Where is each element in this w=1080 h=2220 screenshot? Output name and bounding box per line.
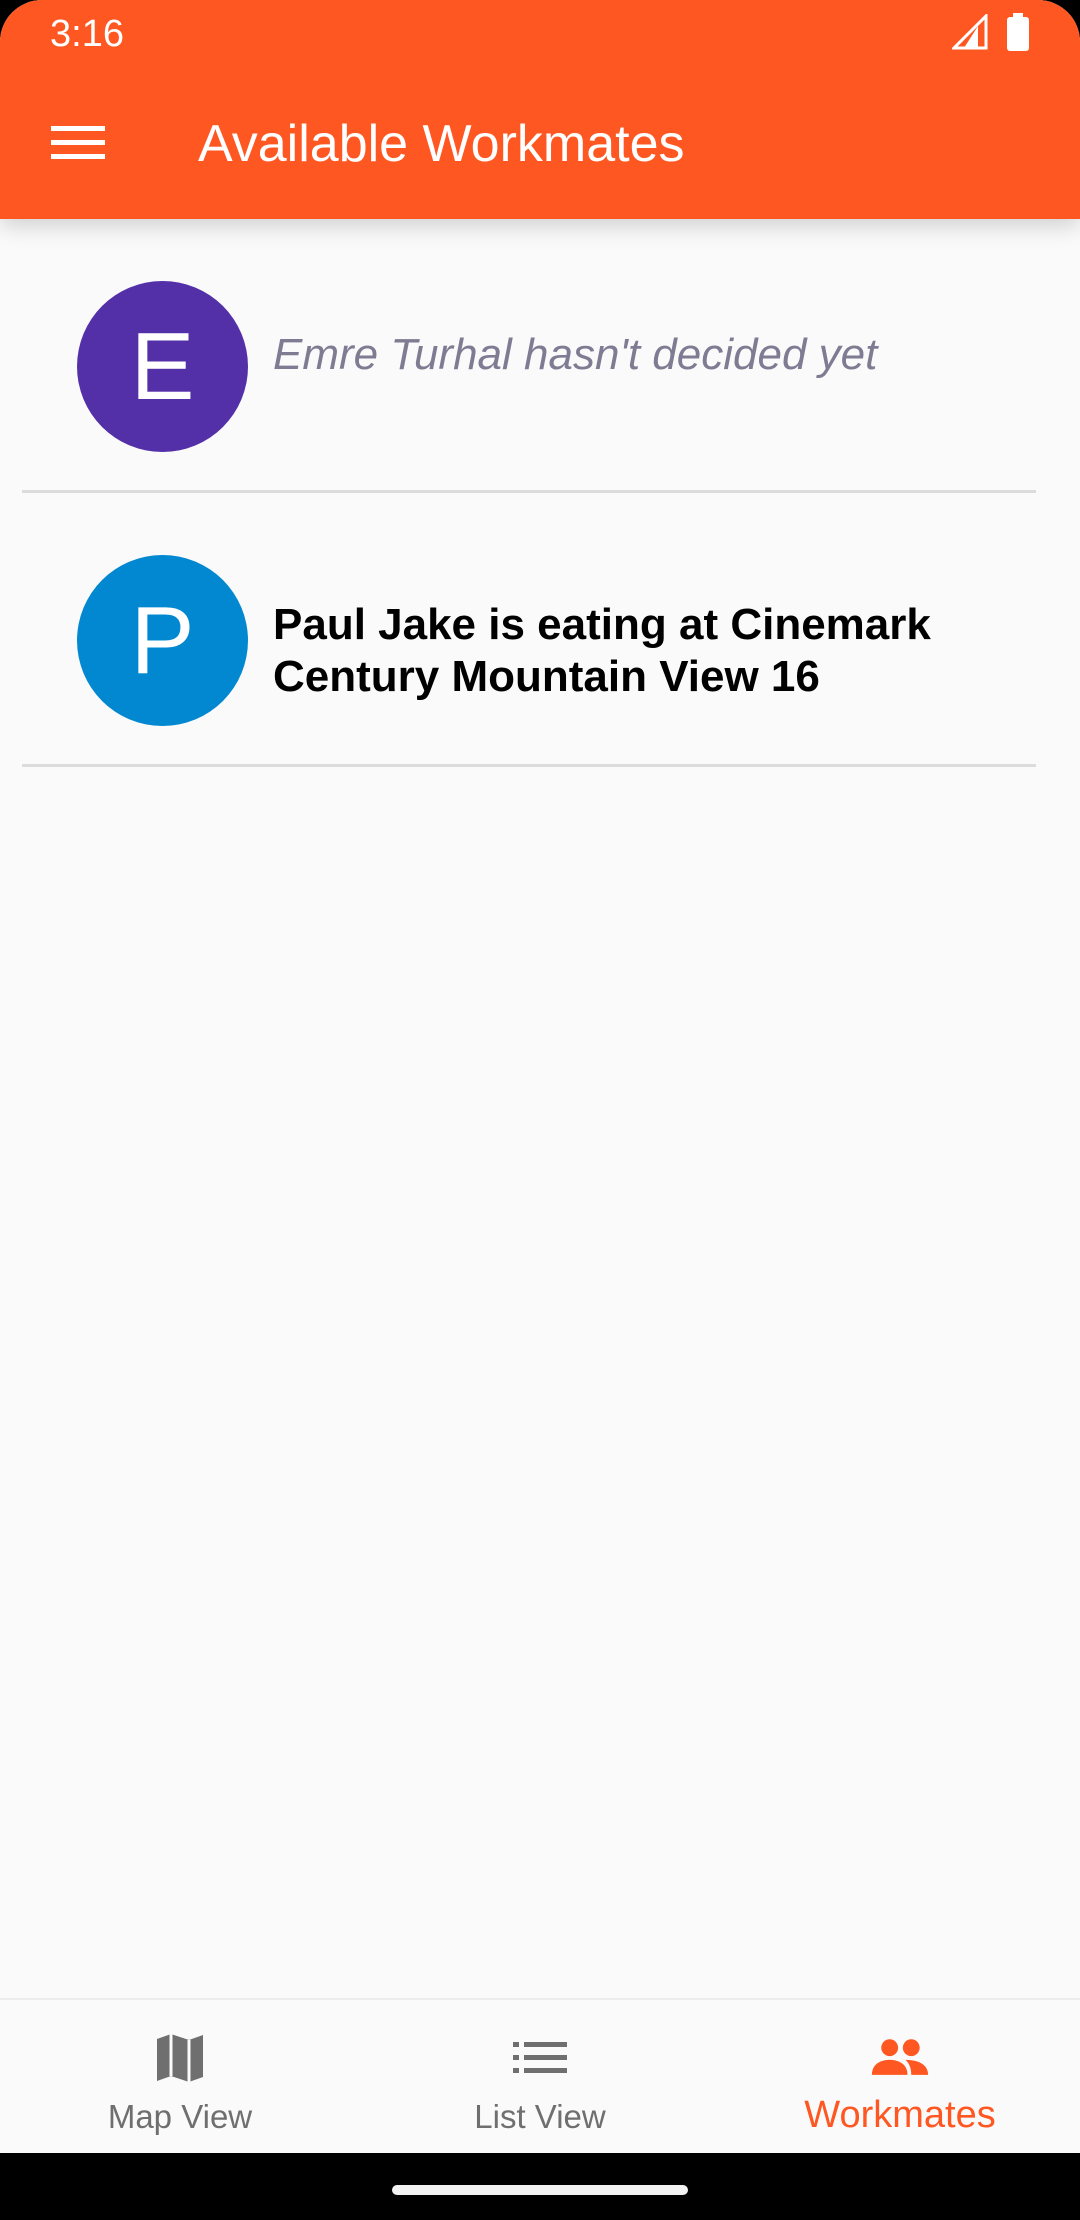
list-item[interactable]: P Paul Jake is eating at Cinemark Centur… xyxy=(0,493,1080,767)
nav-label: Map View xyxy=(107,2098,253,2135)
page-title: Available Workmates xyxy=(198,115,685,173)
battery-icon xyxy=(1006,12,1030,56)
nav-item-map-view[interactable]: Map View xyxy=(0,2000,360,2155)
bottom-navigation: Map View List View Workmates xyxy=(0,1998,1080,2155)
list-item[interactable]: E Emre Turhal hasn't decided yet xyxy=(0,219,1080,493)
workmate-status-text: Emre Turhal hasn't decided yet xyxy=(273,330,878,379)
top-app-bar: 3:16 Available Workmates xyxy=(0,0,1080,219)
home-gesture-handle[interactable] xyxy=(392,2185,688,2195)
nav-label: List View xyxy=(474,2098,606,2135)
system-navigation-bar xyxy=(0,2153,1080,2220)
list-icon xyxy=(510,2028,570,2088)
map-icon xyxy=(150,2028,210,2088)
workmate-status-text: Paul Jake is eating at Cinemark Century … xyxy=(273,600,931,701)
divider xyxy=(22,764,1036,767)
status-time: 3:16 xyxy=(50,13,124,55)
nav-item-workmates[interactable]: Workmates xyxy=(720,2000,1080,2155)
nav-label: Workmates xyxy=(804,2094,996,2136)
workmates-list: E Emre Turhal hasn't decided yet P Paul … xyxy=(0,219,1080,767)
avatar-initial: P xyxy=(130,586,195,694)
screen: 3:16 Available Workmates E Emre Turhal h… xyxy=(0,0,1080,2220)
avatar-initial: E xyxy=(130,312,195,420)
nav-item-list-view[interactable]: List View xyxy=(360,2000,720,2155)
avatar: E xyxy=(77,281,248,452)
avatar: P xyxy=(77,555,248,726)
signal-icon xyxy=(950,11,988,55)
status-icons xyxy=(950,11,1030,56)
people-icon xyxy=(870,2028,930,2088)
menu-icon[interactable] xyxy=(40,110,116,176)
